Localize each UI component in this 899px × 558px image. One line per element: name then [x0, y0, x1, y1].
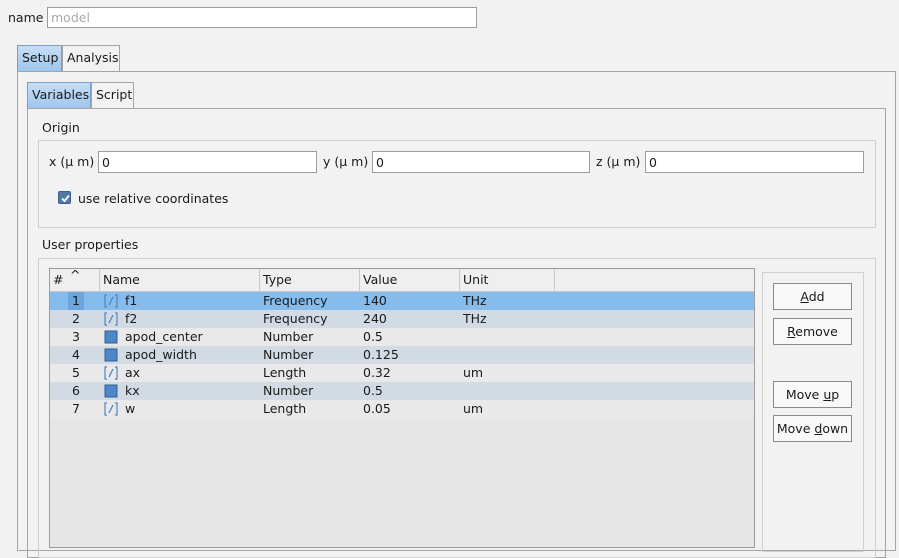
row-number: 5 [72, 365, 80, 380]
row-name: kx [125, 383, 140, 398]
checkmark-icon [61, 194, 70, 203]
row-type: Length [263, 401, 307, 416]
col-header-unit[interactable]: Unit [460, 269, 555, 291]
row-name: apod_center [125, 329, 203, 344]
y-input[interactable] [372, 151, 590, 173]
tab-setup[interactable]: Setup [17, 45, 62, 71]
script-icon [104, 402, 118, 416]
sort-indicator-icon: ^ [70, 268, 81, 282]
row-number: 4 [72, 347, 80, 362]
row-type: Length [263, 365, 307, 380]
button-group [762, 272, 864, 552]
table-row[interactable]: 7 w Length 0.05 um [50, 400, 754, 418]
row-name: w [125, 401, 136, 416]
add-button[interactable]: Add [773, 283, 852, 310]
table-row[interactable]: 2 f2 Frequency 240 THz [50, 310, 754, 328]
row-unit: THz [463, 311, 487, 326]
square-icon [104, 384, 118, 398]
row-type: Number [263, 383, 314, 398]
tab-variables[interactable]: Variables [27, 82, 91, 108]
relative-coordinates-checkbox[interactable] [58, 191, 71, 204]
script-icon [104, 366, 118, 380]
row-value: 0.125 [363, 347, 399, 362]
row-number: 1 [68, 292, 84, 310]
script-icon [104, 294, 118, 308]
table-row[interactable]: 3 apod_center Number 0.5 [50, 328, 754, 346]
row-number: 2 [72, 311, 80, 326]
col-header-num[interactable]: # ^ [50, 269, 100, 291]
row-type: Number [263, 347, 314, 362]
col-header-value[interactable]: Value [360, 269, 460, 291]
name-label: name [8, 10, 44, 25]
properties-table[interactable]: # ^ Name Type Value Unit 1 f1 Frequency 140… [49, 268, 755, 548]
row-value: 0.05 [363, 401, 391, 416]
table-row[interactable]: 6 kx Number 0.5 [50, 382, 754, 400]
relative-coordinates-label: use relative coordinates [78, 191, 229, 206]
name-input[interactable] [47, 7, 477, 28]
tab-analysis[interactable]: Analysis [62, 45, 120, 71]
row-value: 140 [363, 293, 387, 308]
btn-up-label: Move up [785, 387, 840, 402]
remove-button[interactable]: Remove [773, 318, 852, 345]
script-icon [104, 312, 118, 326]
square-icon [104, 330, 118, 344]
row-value: 0.32 [363, 365, 391, 380]
move-down-button[interactable]: Move down [773, 415, 852, 442]
origin-title: Origin [42, 120, 80, 135]
btn-add-label: Add [800, 289, 825, 304]
row-number: 6 [72, 383, 80, 398]
row-type: Number [263, 329, 314, 344]
table-header: # ^ Name Type Value Unit [50, 269, 754, 292]
row-name: f1 [125, 293, 138, 308]
row-value: 0.5 [363, 383, 383, 398]
btn-remove-label: Remove [787, 324, 838, 339]
table-row[interactable]: 5 ax Length 0.32 um [50, 364, 754, 382]
user-properties-title: User properties [42, 237, 139, 252]
z-label: z (μ m) [596, 154, 641, 169]
row-value: 0.5 [363, 329, 383, 344]
z-input[interactable] [645, 151, 864, 173]
y-label: y (μ m) [323, 154, 369, 169]
row-number: 3 [72, 329, 80, 344]
row-type: Frequency [263, 293, 328, 308]
row-name: f2 [125, 311, 138, 326]
col-header-name[interactable]: Name [100, 269, 260, 291]
row-unit: um [463, 401, 484, 416]
row-type: Frequency [263, 311, 328, 326]
table-row[interactable]: 4 apod_width Number 0.125 [50, 346, 754, 364]
square-icon [104, 348, 118, 362]
row-number: 7 [72, 401, 80, 416]
x-label: x (μ m) [49, 154, 95, 169]
col-header-type[interactable]: Type [260, 269, 360, 291]
move-up-button[interactable]: Move up [773, 381, 852, 408]
table-row[interactable]: 1 f1 Frequency 140 THz [50, 292, 754, 310]
x-input[interactable] [98, 151, 317, 173]
btn-down-label: Move down [776, 421, 849, 436]
row-unit: THz [463, 293, 487, 308]
row-value: 240 [363, 311, 387, 326]
row-name: ax [125, 365, 141, 380]
row-name: apod_width [125, 347, 197, 362]
tab-script[interactable]: Script [91, 82, 134, 108]
row-unit: um [463, 365, 484, 380]
